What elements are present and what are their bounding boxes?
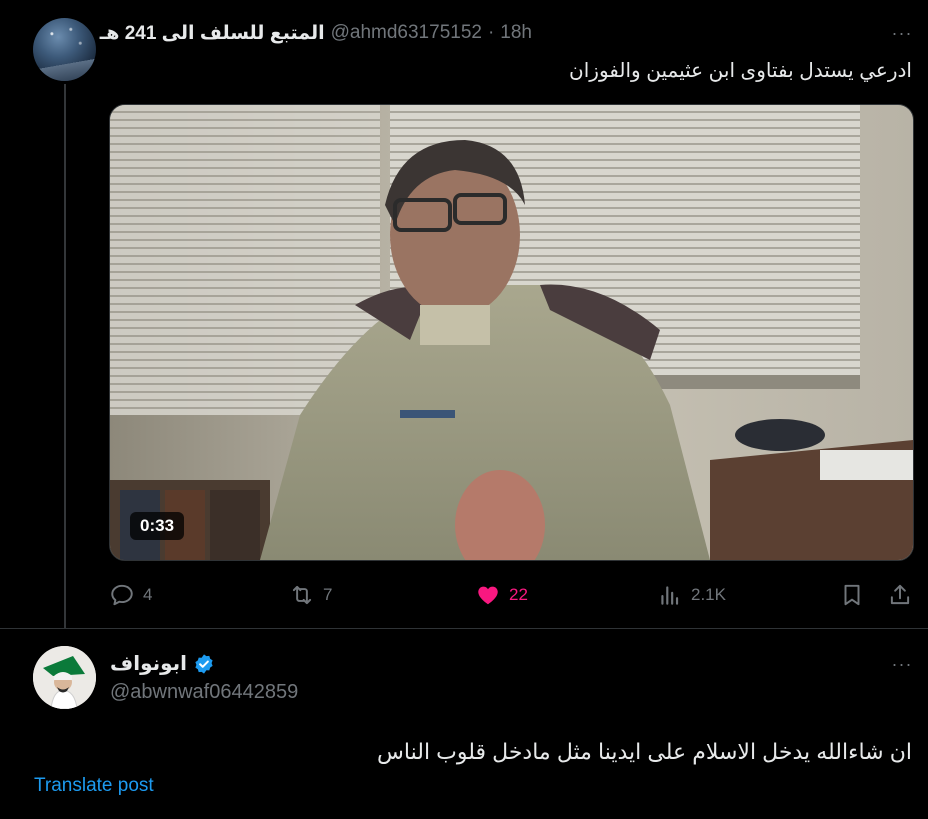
tweet-original[interactable]: المتبع للسلف الى 241 هـ @ahmd63175152 · … xyxy=(0,0,928,664)
avatar[interactable] xyxy=(33,646,96,709)
heart-filled-icon xyxy=(478,586,498,605)
translate-post-link[interactable]: Translate post xyxy=(34,775,154,797)
avatar-illustration xyxy=(33,646,96,709)
display-name[interactable]: ابونواف xyxy=(110,651,187,676)
user-handle[interactable]: @abwnwaf06442859 xyxy=(110,681,298,704)
avatar-mountain xyxy=(33,55,96,81)
repost-count: 7 xyxy=(323,585,333,604)
repost-button[interactable]: 7 xyxy=(289,580,332,610)
video-thumbnail xyxy=(110,105,913,560)
action-bar: 4 7 22 2.1K xyxy=(109,580,912,610)
share-icon xyxy=(890,584,910,605)
timestamp[interactable]: 18h xyxy=(500,22,532,44)
like-count: 22 xyxy=(509,585,528,604)
separator-dot: · xyxy=(487,22,495,43)
tweet-text: ان شاءالله يدخل الاسلام على ايدينا مثل م… xyxy=(377,739,912,764)
tweet-header: ابونواف xyxy=(110,651,215,676)
tweet-reply[interactable]: ابونواف @abwnwaf06442859 ··· ان شاءالله … xyxy=(0,628,928,819)
avatar[interactable] xyxy=(33,18,96,81)
video-player[interactable]: 0:33 xyxy=(109,104,914,561)
like-button[interactable]: 22 xyxy=(475,580,528,610)
tweet-text: ادرعي يستدل بفتاوى ابن عثيمين والفوزان xyxy=(569,60,912,82)
more-options-icon[interactable]: ··· xyxy=(890,655,914,679)
reply-icon xyxy=(111,584,133,606)
share-button[interactable] xyxy=(887,580,913,610)
display-name[interactable]: المتبع للسلف الى 241 هـ xyxy=(100,22,325,45)
more-options-icon[interactable]: ··· xyxy=(890,24,914,48)
analytics-icon xyxy=(661,586,679,605)
bookmark-icon xyxy=(844,584,860,606)
bookmark-button[interactable] xyxy=(839,580,865,610)
user-handle[interactable]: @ahmd63175152 xyxy=(331,22,482,44)
tweet-header: المتبع للسلف الى 241 هـ @ahmd63175152 · … xyxy=(100,20,532,46)
view-count: 2.1K xyxy=(691,585,726,604)
views-button[interactable]: 2.1K xyxy=(657,580,726,610)
video-duration: 0:33 xyxy=(130,512,185,540)
thread-connector-line xyxy=(64,84,66,664)
reply-count: 4 xyxy=(143,585,153,604)
repost-icon xyxy=(292,585,312,605)
verified-badge-icon[interactable] xyxy=(193,653,215,675)
reply-button[interactable]: 4 xyxy=(109,580,152,610)
